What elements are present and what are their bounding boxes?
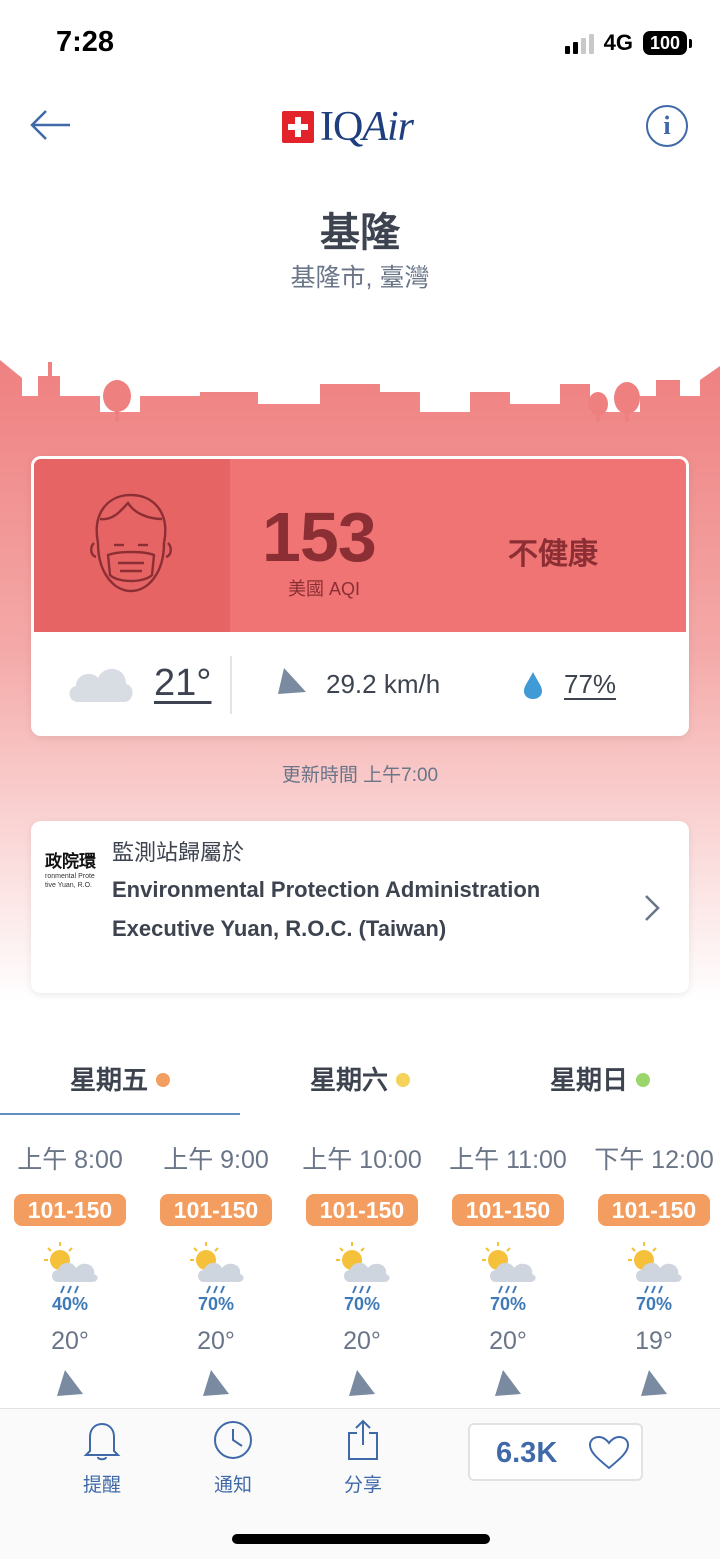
humidity[interactable]: 77% <box>564 669 616 700</box>
aqi-range-badge: 101-150 <box>14 1194 126 1226</box>
hour-item: 上午 10:00 101-150 70% 20° <box>289 1140 435 1398</box>
tab-friday[interactable]: 星期五 <box>0 1060 240 1097</box>
temperature[interactable]: 21° <box>154 662 211 705</box>
hour-item: 上午 11:00 101-150 70% 20° <box>435 1140 581 1398</box>
wind-direction-icon <box>641 1370 667 1396</box>
home-indicator <box>232 1534 490 1544</box>
network-type: 4G <box>603 30 633 55</box>
cloud-icon <box>69 668 133 702</box>
aqi-dot <box>396 1073 410 1087</box>
hour-item: 下午 12:00 101-150 70% 19° <box>581 1140 720 1398</box>
status-time: 7:28 <box>56 26 115 58</box>
hour-temp: 20° <box>343 1327 381 1355</box>
rain-chance: 40% <box>51 1294 89 1314</box>
like-button[interactable]: 6.3K <box>468 1423 643 1481</box>
swiss-flag-icon <box>282 111 314 143</box>
day-tabs: 星期五 星期六 星期日 <box>0 1040 720 1116</box>
like-count: 6.3K <box>496 1437 558 1469</box>
battery-level: 100 <box>643 31 687 55</box>
hour-item: 上午 9:00 101-150 70% 20° <box>143 1140 289 1398</box>
wind-direction-icon <box>349 1370 375 1396</box>
bottom-toolbar: 提醒 通知 分享 6.3K <box>0 1408 720 1559</box>
hour-time: 上午 11:00 <box>449 1146 567 1174</box>
aqi-status: 不健康 <box>508 538 598 571</box>
tab-saturday[interactable]: 星期六 <box>240 1060 480 1097</box>
hour-time: 上午 9:00 <box>163 1146 269 1174</box>
aqi-range-badge: 101-150 <box>452 1194 564 1226</box>
battery-icon: 100 <box>643 31 692 55</box>
sun-cloud-rain-icon <box>190 1242 244 1294</box>
app-header: IQAir i <box>0 95 720 165</box>
updated-time: 更新時間 上午7:00 <box>281 765 439 786</box>
share-button[interactable]: 分享 <box>323 1419 403 1497</box>
tab-sunday[interactable]: 星期日 <box>480 1060 720 1097</box>
sun-cloud-rain-icon <box>44 1242 98 1294</box>
wind-direction-icon <box>57 1370 83 1396</box>
sun-cloud-rain-icon <box>336 1242 390 1294</box>
epa-logo-sub2: tive Yuan, R.O. <box>45 882 92 889</box>
bell-icon <box>83 1422 121 1461</box>
divider <box>230 656 232 714</box>
city-name: 基隆 <box>320 211 400 255</box>
wind-direction-icon <box>203 1370 229 1396</box>
aqi-range-badge: 101-150 <box>160 1194 272 1226</box>
aqi-value: 153 <box>262 498 377 576</box>
info-icon[interactable]: i <box>646 105 688 147</box>
wind-direction-icon <box>278 668 306 694</box>
aqi-card: 153 美國 AQI 不健康 21° 29.2 km/h 77% <box>31 456 689 736</box>
water-drop-icon <box>524 672 542 699</box>
hour-temp: 20° <box>197 1327 235 1355</box>
sun-cloud-rain-icon <box>628 1242 682 1294</box>
iqair-logo: IQAir <box>282 103 414 151</box>
weather-row: 21° 29.2 km/h 77% <box>34 632 686 733</box>
station-owned-label: 監測站歸屬於 <box>112 840 245 865</box>
aqi-dot <box>156 1073 170 1087</box>
rain-chance: 70% <box>343 1294 381 1314</box>
logo-text: IQAir <box>320 104 414 150</box>
share-label: 分享 <box>343 1475 382 1496</box>
notify-button[interactable]: 通知 <box>193 1419 273 1497</box>
aqi-label: 美國 AQI <box>288 579 361 599</box>
remind-button[interactable]: 提醒 <box>62 1419 142 1497</box>
epa-logo: 政院環 ronmental Prote tive Yuan, R.O. <box>45 847 113 891</box>
hour-temp: 20° <box>489 1327 527 1355</box>
face-box <box>34 459 230 632</box>
hour-time: 上午 8:00 <box>17 1146 123 1174</box>
station-name: Environmental Protection Administration … <box>112 877 541 941</box>
hour-time: 下午 12:00 <box>594 1146 714 1174</box>
aqi-dot <box>636 1073 650 1087</box>
status-right: 4G 100 <box>564 30 692 56</box>
hour-time: 上午 10:00 <box>302 1146 422 1174</box>
rain-chance: 70% <box>197 1294 235 1314</box>
aqi-range-badge: 101-150 <box>306 1194 418 1226</box>
active-tab-indicator <box>0 1113 240 1115</box>
signal-icon <box>564 32 594 54</box>
clock-icon <box>214 1421 252 1459</box>
status-bar: 7:28 4G 100 <box>0 0 720 90</box>
epa-logo-sub1: ronmental Prote <box>45 873 95 880</box>
share-icon <box>348 1419 378 1460</box>
hour-item: 上午 8:00 101-150 40% 20° <box>0 1140 143 1398</box>
notify-label: 通知 <box>213 1475 252 1496</box>
aqi-summary: 153 美國 AQI 不健康 <box>34 459 686 632</box>
wind-speed: 29.2 km/h <box>326 669 441 699</box>
face-mask-icon <box>90 493 172 593</box>
heart-icon <box>588 1435 630 1470</box>
hour-temp: 20° <box>51 1327 89 1355</box>
chevron-right-icon <box>645 895 660 921</box>
remind-label: 提醒 <box>82 1475 121 1496</box>
rain-chance: 70% <box>489 1294 527 1314</box>
sun-cloud-rain-icon <box>482 1242 536 1294</box>
region-name: 基隆市, 臺灣 <box>290 264 430 292</box>
station-card[interactable]: 政院環 ronmental Prote tive Yuan, R.O. 監測站歸… <box>31 821 689 993</box>
arrow-left-icon[interactable] <box>28 107 74 143</box>
hour-temp: 19° <box>635 1327 673 1355</box>
epa-logo-text: 政院環 <box>45 852 96 872</box>
aqi-range-badge: 101-150 <box>598 1194 710 1226</box>
wind-direction-icon <box>495 1370 521 1396</box>
rain-chance: 70% <box>635 1294 673 1314</box>
hourly-forecast: 上午 8:00 101-150 40% 20° 上午 9:00 101-150 … <box>0 1140 720 1410</box>
